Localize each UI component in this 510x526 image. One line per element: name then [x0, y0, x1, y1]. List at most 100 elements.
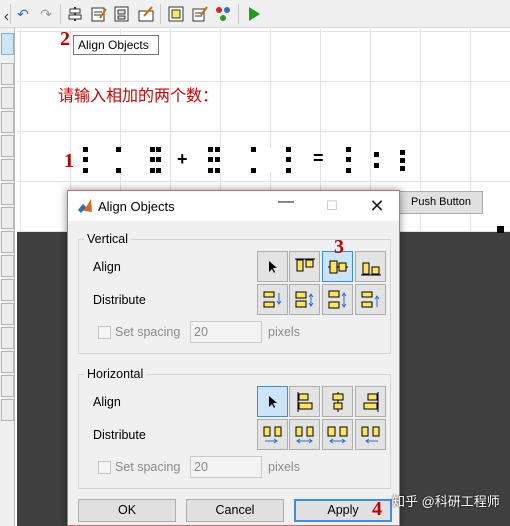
- vertical-set-spacing-label: Set spacing: [115, 325, 181, 339]
- maximize-button[interactable]: ☐: [310, 191, 354, 221]
- align-bottom-button[interactable]: [355, 251, 386, 282]
- align-top-icon: [294, 258, 315, 271]
- selection-handle[interactable]: [286, 157, 291, 162]
- palette-item[interactable]: [1, 111, 14, 133]
- horizontal-align-off-button[interactable]: [257, 386, 288, 417]
- selection-handle[interactable]: [83, 168, 88, 173]
- redo-icon[interactable]: ↷: [37, 5, 55, 23]
- align-top-button[interactable]: [289, 251, 320, 282]
- editor-icon[interactable]: [167, 5, 185, 23]
- toolbar: ↶ ↷: [0, 0, 510, 28]
- distribute-right-button[interactable]: [355, 419, 386, 450]
- selection-handle[interactable]: [116, 168, 121, 173]
- selection-handle[interactable]: [208, 168, 213, 173]
- selection-handle[interactable]: [251, 168, 256, 173]
- distribute-bottom-button[interactable]: [355, 284, 386, 315]
- palette-item[interactable]: [1, 279, 14, 301]
- distribute-middle-icon: [295, 291, 313, 307]
- selection-handle[interactable]: [215, 157, 220, 162]
- menu-editor-icon[interactable]: [90, 5, 108, 23]
- selection-handle[interactable]: [215, 147, 220, 152]
- tab-order-editor-icon[interactable]: [113, 5, 131, 23]
- align-left-button[interactable]: [289, 386, 320, 417]
- selection-handle[interactable]: [116, 147, 121, 152]
- selection-handle[interactable]: [346, 147, 351, 152]
- distribute-center-button[interactable]: [289, 419, 320, 450]
- distribute-right-icon: [361, 426, 379, 443]
- distribute-horizontal-gap-icon: [327, 426, 347, 443]
- distribute-top-button[interactable]: [257, 284, 288, 315]
- selection-handle[interactable]: [150, 147, 155, 152]
- object-browser-icon[interactable]: [214, 5, 232, 23]
- vertical-spacing-field[interactable]: 20: [190, 321, 262, 343]
- palette-item[interactable]: [1, 87, 14, 109]
- selection-handle[interactable]: [156, 157, 161, 162]
- selection-handle[interactable]: [208, 147, 213, 152]
- screen-root: { "annotations":{"n1":"1","n2":"2","n3":…: [0, 0, 510, 526]
- selection-handle[interactable]: [400, 150, 405, 155]
- equals-static-text[interactable]: =: [313, 148, 324, 169]
- selection-handle[interactable]: [83, 157, 88, 162]
- selection-handle[interactable]: [156, 147, 161, 152]
- horizontal-set-spacing-checkbox[interactable]: [98, 461, 111, 474]
- annotation-marker-3: 3: [334, 236, 344, 258]
- close-button[interactable]: ✕: [355, 191, 399, 221]
- edit-box-2[interactable]: [209, 148, 289, 172]
- selection-handle[interactable]: [374, 163, 379, 168]
- horizontal-spacing-units: pixels: [268, 460, 300, 474]
- distribute-left-button[interactable]: [257, 419, 288, 450]
- ok-button[interactable]: OK: [78, 499, 176, 522]
- plus-static-text[interactable]: +: [177, 149, 188, 170]
- palette-item[interactable]: [1, 231, 14, 253]
- palette-item[interactable]: [1, 303, 14, 325]
- selection-handle[interactable]: [346, 168, 351, 173]
- selection-handle[interactable]: [150, 168, 155, 173]
- palette-item[interactable]: [1, 327, 14, 349]
- palette-item[interactable]: [1, 255, 14, 277]
- align-right-button[interactable]: [355, 386, 386, 417]
- selection-handle[interactable]: [374, 152, 379, 157]
- property-inspector-icon[interactable]: [191, 5, 209, 23]
- palette-item[interactable]: [1, 207, 14, 229]
- selection-handle[interactable]: [215, 168, 220, 173]
- palette-item[interactable]: [1, 135, 14, 157]
- horizontal-spacing-field[interactable]: 20: [190, 456, 262, 478]
- align-center-button[interactable]: [322, 386, 353, 417]
- selection-handle[interactable]: [400, 166, 405, 171]
- selection-handle[interactable]: [346, 157, 351, 162]
- push-button[interactable]: Push Button: [399, 191, 483, 214]
- static-text-prompt[interactable]: 请输入相加的两个数：: [58, 82, 218, 106]
- annotation-marker-2: 2: [60, 28, 70, 50]
- palette-item[interactable]: [1, 159, 14, 181]
- selection-handle[interactable]: [251, 147, 256, 152]
- align-objects-icon[interactable]: [66, 5, 84, 23]
- cancel-button[interactable]: Cancel: [186, 499, 284, 522]
- palette-item[interactable]: [1, 63, 14, 85]
- palette-item[interactable]: [1, 183, 14, 205]
- selection-handle[interactable]: [208, 157, 213, 162]
- selection-handle[interactable]: [286, 168, 291, 173]
- toolbar-separator: [238, 4, 239, 24]
- cursor-arrow-icon: [268, 260, 277, 273]
- selection-handle[interactable]: [83, 147, 88, 152]
- vertical-align-off-button[interactable]: [257, 251, 288, 282]
- palette-item[interactable]: [1, 351, 14, 373]
- dialog-titlebar[interactable]: Align Objects — ☐ ✕: [68, 191, 399, 221]
- undo-icon[interactable]: ↶: [14, 5, 32, 23]
- distribute-horizontal-gap-button[interactable]: [322, 419, 353, 450]
- selection-handle[interactable]: [286, 147, 291, 152]
- selection-handle[interactable]: [150, 157, 155, 162]
- run-icon[interactable]: [245, 5, 263, 23]
- palette-select-tool[interactable]: [1, 33, 14, 55]
- align-middle-icon: [327, 260, 348, 273]
- minimize-button[interactable]: —: [264, 187, 308, 217]
- selection-handle[interactable]: [400, 158, 405, 163]
- selection-handle[interactable]: [156, 168, 161, 173]
- toolbar-editor-icon[interactable]: [137, 5, 155, 23]
- vertical-set-spacing-checkbox[interactable]: [98, 326, 111, 339]
- distribute-gap-button[interactable]: [322, 284, 353, 315]
- figure-resize-handle[interactable]: [497, 226, 504, 233]
- distribute-middle-button[interactable]: [289, 284, 320, 315]
- palette-item[interactable]: [1, 399, 14, 421]
- palette-item[interactable]: [1, 375, 14, 397]
